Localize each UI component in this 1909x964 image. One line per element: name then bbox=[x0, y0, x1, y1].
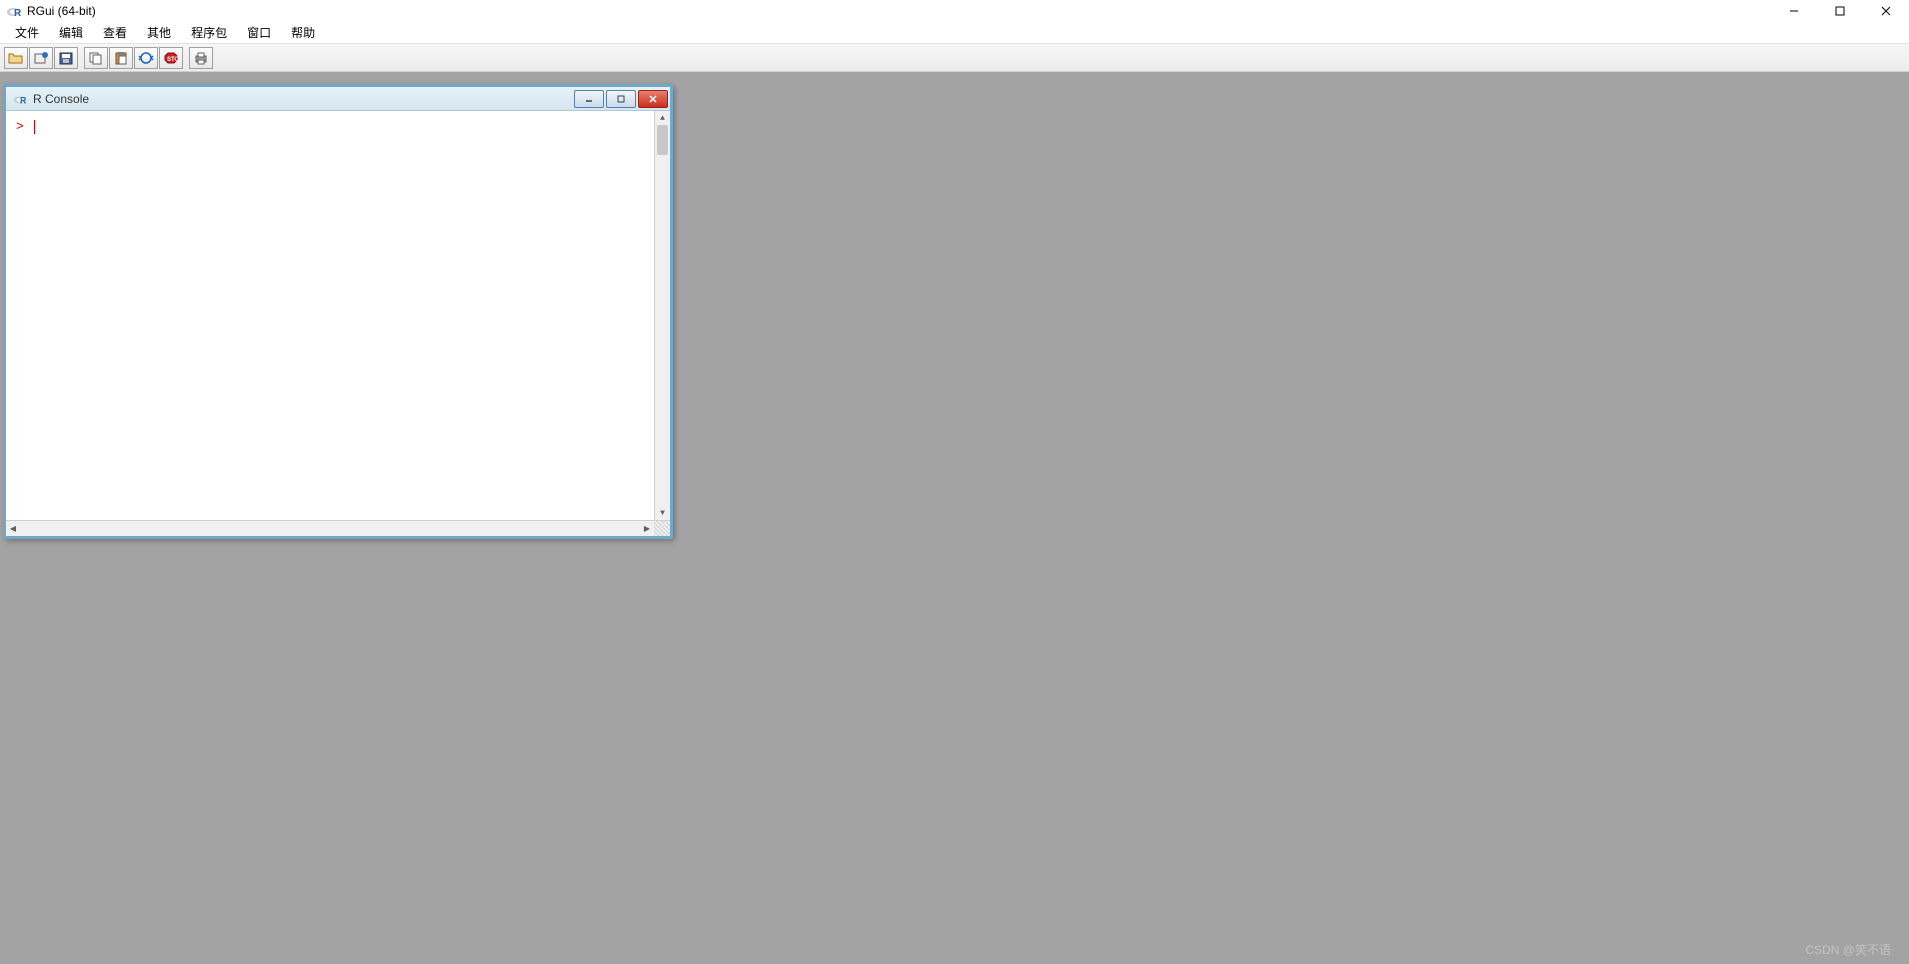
watermark: CSDN @笑不语 bbox=[1805, 941, 1891, 958]
console-titlebar[interactable]: R R Console bbox=[6, 87, 670, 111]
r-logo-icon: R bbox=[12, 91, 28, 107]
scroll-left-arrow-icon[interactable]: ◀ bbox=[6, 521, 20, 536]
print-button[interactable] bbox=[189, 47, 213, 69]
r-console-window[interactable]: R R Console > ▲ ▼ bbox=[3, 84, 673, 539]
scroll-right-arrow-icon[interactable]: ▶ bbox=[640, 521, 654, 536]
resize-grip-icon[interactable] bbox=[654, 521, 670, 536]
svg-text:R: R bbox=[20, 95, 27, 105]
copy-button[interactable] bbox=[84, 47, 108, 69]
console-minimize-button[interactable] bbox=[574, 90, 604, 108]
svg-text:STOP: STOP bbox=[167, 57, 179, 63]
subwindow-controls bbox=[574, 90, 670, 108]
minimize-button[interactable] bbox=[1771, 0, 1817, 22]
load-workspace-button[interactable] bbox=[29, 47, 53, 69]
mdi-client-area: R R Console > ▲ ▼ bbox=[0, 72, 1909, 964]
console-close-button[interactable] bbox=[638, 90, 668, 108]
copy-paste-button[interactable] bbox=[134, 47, 158, 69]
stop-button[interactable]: STOP bbox=[159, 47, 183, 69]
scroll-thumb[interactable] bbox=[657, 125, 668, 155]
main-titlebar: R RGui (64-bit) bbox=[0, 0, 1909, 22]
scroll-up-arrow-icon[interactable]: ▲ bbox=[655, 111, 670, 125]
menu-misc[interactable]: 其他 bbox=[137, 22, 181, 43]
console-vertical-scrollbar[interactable]: ▲ ▼ bbox=[654, 111, 670, 520]
menu-view[interactable]: 查看 bbox=[93, 22, 137, 43]
r-logo-icon: R bbox=[6, 3, 22, 19]
close-button[interactable] bbox=[1863, 0, 1909, 22]
save-workspace-button[interactable] bbox=[54, 47, 78, 69]
paste-button[interactable] bbox=[109, 47, 133, 69]
menu-windows[interactable]: 窗口 bbox=[237, 22, 281, 43]
maximize-button[interactable] bbox=[1817, 0, 1863, 22]
main-window-title: RGui (64-bit) bbox=[27, 4, 96, 18]
open-script-button[interactable] bbox=[4, 47, 28, 69]
console-cursor bbox=[34, 120, 35, 134]
console-prompt: > bbox=[16, 119, 24, 134]
svg-text:R: R bbox=[14, 8, 22, 19]
menubar: 文件 编辑 查看 其他 程序包 窗口 帮助 bbox=[0, 22, 1909, 44]
menu-help[interactable]: 帮助 bbox=[281, 22, 325, 43]
menu-edit[interactable]: 编辑 bbox=[49, 22, 93, 43]
console-maximize-button[interactable] bbox=[606, 90, 636, 108]
window-controls bbox=[1771, 0, 1909, 22]
scroll-down-arrow-icon[interactable]: ▼ bbox=[655, 506, 670, 520]
console-horizontal-scrollbar[interactable]: ◀ ▶ bbox=[6, 520, 670, 536]
console-title: R Console bbox=[33, 92, 89, 106]
menu-file[interactable]: 文件 bbox=[5, 22, 49, 43]
console-body[interactable]: > ▲ ▼ bbox=[6, 111, 670, 520]
toolbar: STOP bbox=[0, 44, 1909, 72]
menu-packages[interactable]: 程序包 bbox=[181, 22, 237, 43]
